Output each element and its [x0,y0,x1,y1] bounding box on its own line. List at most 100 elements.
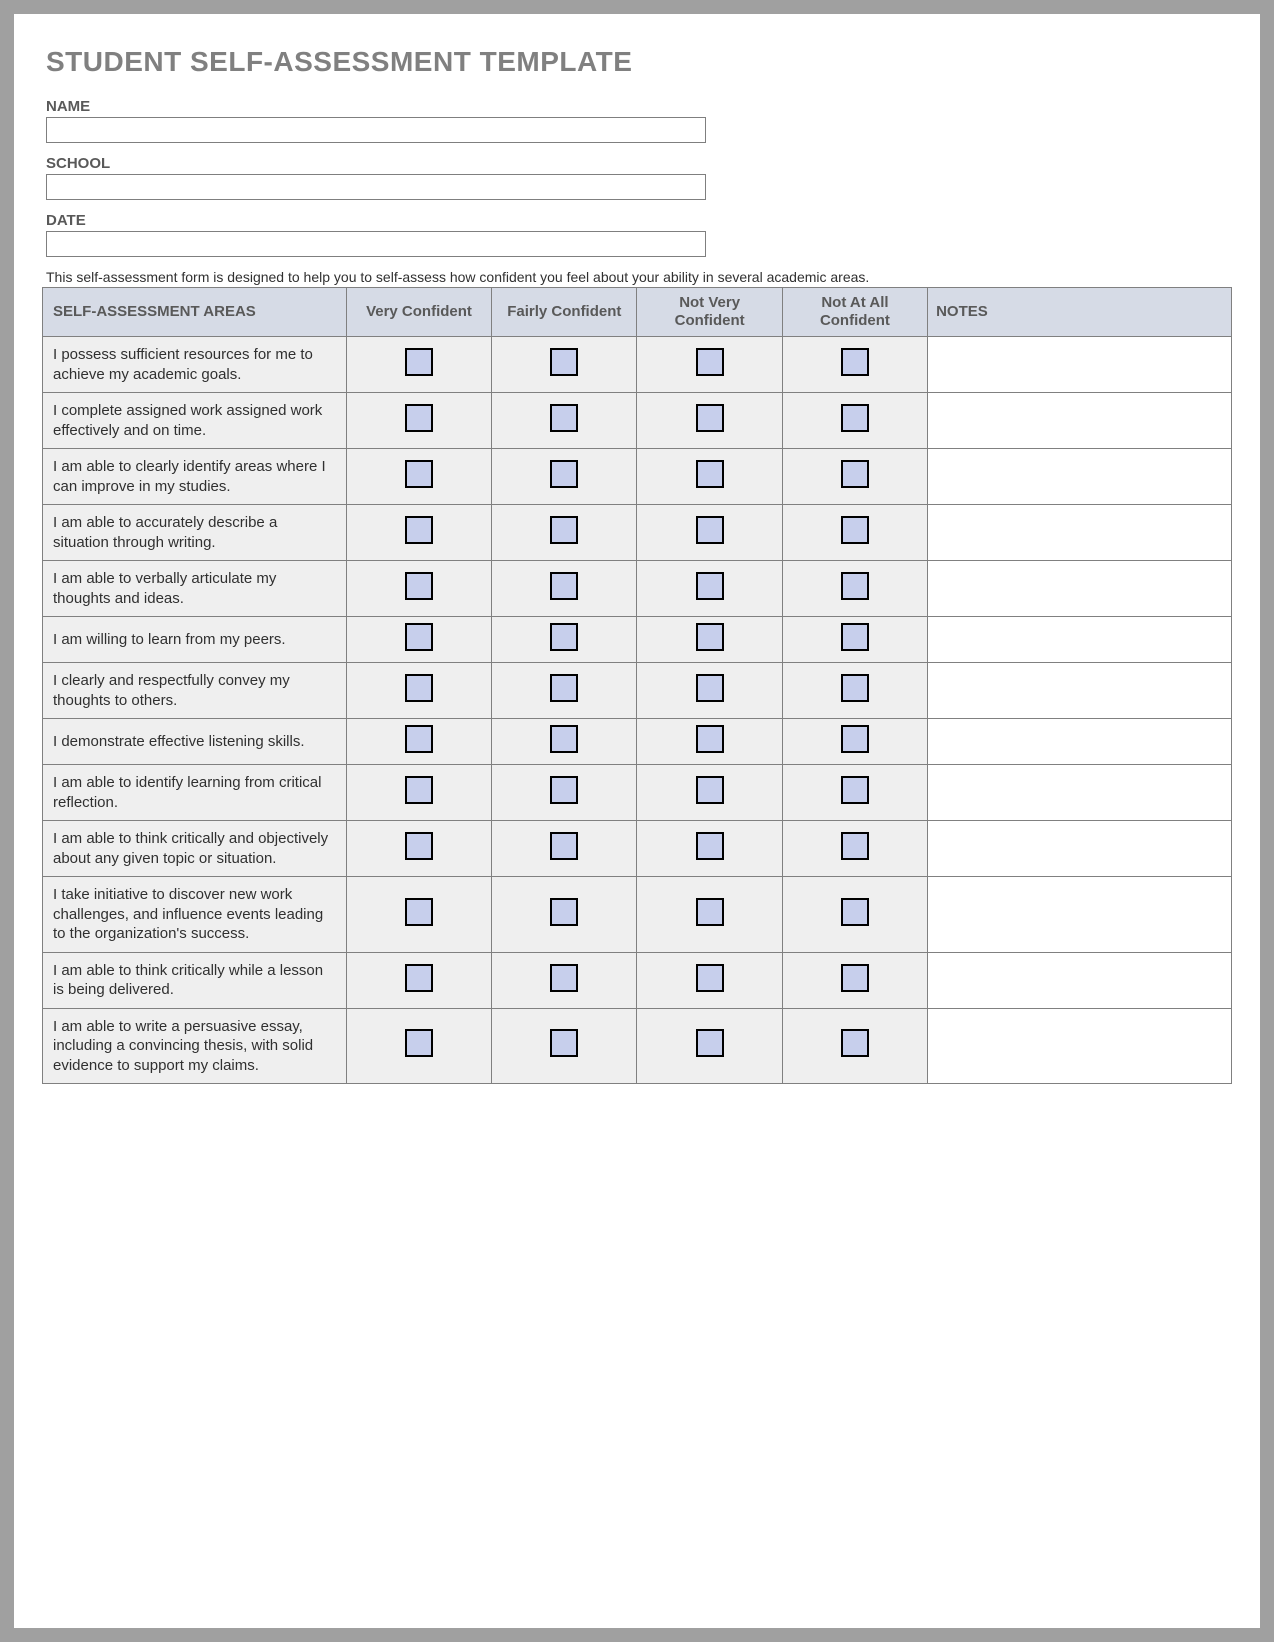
checkbox[interactable] [550,460,578,488]
checkbox[interactable] [841,1029,869,1057]
notes-cell[interactable] [928,561,1232,617]
area-cell: I am able to write a persuasive essay, i… [43,1008,347,1084]
checkbox[interactable] [841,674,869,702]
notes-cell[interactable] [928,877,1232,953]
checkbox[interactable] [405,404,433,432]
check-cell [492,337,637,393]
check-cell [782,561,927,617]
checkbox[interactable] [696,776,724,804]
check-cell [637,393,782,449]
checkbox[interactable] [841,460,869,488]
check-cell [346,337,491,393]
checkbox[interactable] [550,348,578,376]
check-cell [492,719,637,765]
table-row: I am able to think critically while a le… [43,952,1232,1008]
outer-frame: STUDENT SELF-ASSESSMENT TEMPLATE NAME SC… [0,0,1274,1642]
notes-cell[interactable] [928,1008,1232,1084]
checkbox[interactable] [696,725,724,753]
checkbox[interactable] [550,623,578,651]
assessment-table: SELF-ASSESSMENT AREAS Very Confident Fai… [42,287,1232,1084]
checkbox[interactable] [841,832,869,860]
checkbox[interactable] [550,572,578,600]
check-cell [782,821,927,877]
checkbox[interactable] [696,1029,724,1057]
checkbox[interactable] [696,572,724,600]
checkbox[interactable] [841,776,869,804]
checkbox[interactable] [405,964,433,992]
name-input[interactable] [46,117,706,143]
notes-cell[interactable] [928,393,1232,449]
checkbox[interactable] [841,898,869,926]
checkbox[interactable] [696,832,724,860]
checkbox[interactable] [550,832,578,860]
checkbox[interactable] [841,348,869,376]
checkbox[interactable] [696,964,724,992]
checkbox[interactable] [696,516,724,544]
table-row: I possess sufficient resources for me to… [43,337,1232,393]
date-label: DATE [46,212,1232,229]
checkbox[interactable] [550,516,578,544]
checkbox[interactable] [405,674,433,702]
checkbox[interactable] [550,1029,578,1057]
check-cell [492,1008,637,1084]
table-row: I am able to think critically and object… [43,821,1232,877]
checkbox[interactable] [405,725,433,753]
checkbox[interactable] [550,964,578,992]
checkbox[interactable] [696,623,724,651]
checkbox[interactable] [550,898,578,926]
check-cell [346,663,491,719]
checkbox[interactable] [405,516,433,544]
checkbox[interactable] [841,725,869,753]
checkbox[interactable] [405,460,433,488]
check-cell [346,617,491,663]
checkbox[interactable] [696,898,724,926]
notes-cell[interactable] [928,765,1232,821]
area-cell: I am able to accurately describe a situa… [43,505,347,561]
checkbox[interactable] [696,348,724,376]
checkbox[interactable] [405,1029,433,1057]
checkbox[interactable] [841,404,869,432]
notes-cell[interactable] [928,337,1232,393]
checkbox[interactable] [405,832,433,860]
notes-cell[interactable] [928,719,1232,765]
notes-cell[interactable] [928,663,1232,719]
checkbox[interactable] [550,776,578,804]
intro-text: This self-assessment form is designed to… [46,269,1232,285]
area-cell: I am able to identify learning from crit… [43,765,347,821]
notes-cell[interactable] [928,821,1232,877]
notes-cell[interactable] [928,617,1232,663]
notes-cell[interactable] [928,952,1232,1008]
check-cell [782,393,927,449]
check-cell [782,337,927,393]
date-input[interactable] [46,231,706,257]
area-cell: I demonstrate effective listening skills… [43,719,347,765]
checkbox[interactable] [550,725,578,753]
checkbox[interactable] [841,964,869,992]
checkbox[interactable] [550,404,578,432]
checkbox[interactable] [405,572,433,600]
checkbox[interactable] [696,404,724,432]
checkbox[interactable] [405,898,433,926]
checkbox[interactable] [405,776,433,804]
table-row: I am able to clearly identify areas wher… [43,449,1232,505]
checkbox[interactable] [405,348,433,376]
check-cell [492,617,637,663]
header-rating-3: Not Very Confident [637,288,782,337]
checkbox[interactable] [696,674,724,702]
area-cell: I am able to think critically and object… [43,821,347,877]
notes-cell[interactable] [928,449,1232,505]
checkbox[interactable] [550,674,578,702]
checkbox[interactable] [841,572,869,600]
checkbox[interactable] [841,623,869,651]
notes-cell[interactable] [928,505,1232,561]
checkbox[interactable] [405,623,433,651]
checkbox[interactable] [841,516,869,544]
table-row: I am able to identify learning from crit… [43,765,1232,821]
check-cell [637,337,782,393]
table-row: I demonstrate effective listening skills… [43,719,1232,765]
check-cell [346,1008,491,1084]
checkbox[interactable] [696,460,724,488]
table-row: I am able to accurately describe a situa… [43,505,1232,561]
school-input[interactable] [46,174,706,200]
check-cell [346,877,491,953]
